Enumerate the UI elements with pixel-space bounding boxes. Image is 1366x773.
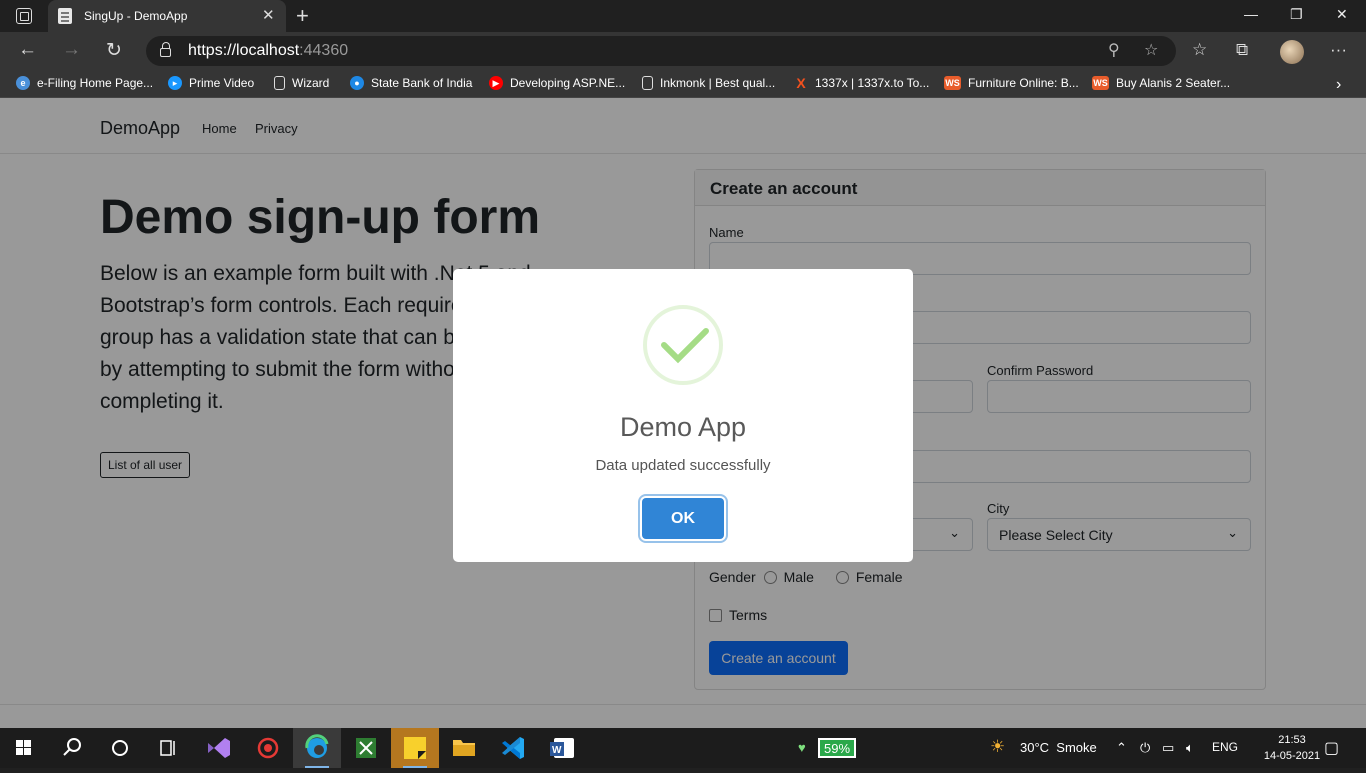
maximize-button[interactable]: ❐	[1290, 6, 1303, 23]
bookmarks-bar: e e-Filing Home Page... ▸ Prime Video Wiza…	[0, 70, 1366, 98]
task-view-icon[interactable]	[144, 728, 192, 768]
close-window-button[interactable]: ✕	[1336, 6, 1348, 23]
success-check-icon	[643, 305, 723, 385]
new-tab-button[interactable]: +	[296, 3, 309, 29]
browser-toolbar: ← → ↻ https://localhost:44360 ⚲ ☆ ☆ ⧉ ··…	[0, 32, 1366, 70]
file-explorer-icon[interactable]	[440, 728, 488, 768]
clock-date: 14-05-2021	[1263, 750, 1321, 762]
back-arrow-icon[interactable]: ←	[18, 39, 37, 61]
search-icon[interactable]	[48, 728, 96, 768]
collections-icon[interactable]: ⧉	[1236, 40, 1248, 60]
sbi-icon: ●	[350, 76, 364, 90]
weather-text[interactable]: 30°C Smoke	[1020, 740, 1097, 755]
bookmark-prime-video[interactable]: ▸ Prime Video	[168, 76, 254, 90]
dialog-message: Data updated successfully	[595, 457, 771, 474]
cortana-icon[interactable]	[96, 728, 144, 768]
page-icon	[642, 76, 653, 90]
tab-title: SingUp - DemoApp	[84, 9, 188, 23]
show-hidden-icons-chevron-icon[interactable]: ⌃	[1116, 740, 1127, 756]
edge-browser-icon[interactable]	[293, 728, 341, 768]
clock-time: 21:53	[1278, 734, 1306, 746]
screen-recorder-icon[interactable]	[244, 728, 292, 768]
snipping-tool-icon[interactable]	[342, 728, 390, 768]
windows-start-icon[interactable]	[0, 728, 48, 768]
youtube-icon: ▶	[489, 76, 503, 90]
x-icon: X	[796, 75, 806, 91]
refresh-icon[interactable]: ↻	[106, 39, 122, 62]
ws-icon: WS	[944, 76, 961, 90]
bookmarks-more-chevron-icon[interactable]: ›	[1336, 76, 1341, 94]
bookmark-developing-aspnet[interactable]: ▶ Developing ASP.NE...	[489, 76, 625, 90]
tab-actions-icon[interactable]	[16, 8, 32, 24]
bookmark-inkmonk[interactable]: Inkmonk | Best qual...	[642, 76, 775, 90]
bookmark-1337x[interactable]: X 1337x | 1337x.to To...	[794, 76, 929, 90]
tab-close-icon[interactable]: ✕	[262, 6, 275, 24]
volume-icon[interactable]: 🔈︎	[1186, 740, 1194, 756]
vscode-icon[interactable]	[489, 728, 537, 768]
svg-text:W: W	[552, 745, 562, 756]
bookmark-alanis[interactable]: WS Buy Alanis 2 Seater...	[1092, 76, 1230, 90]
ok-button[interactable]: OK	[642, 498, 724, 539]
favorites-icon[interactable]: ☆	[1192, 40, 1207, 60]
url-text[interactable]: https://localhost:44360	[188, 42, 348, 60]
windows-taskbar: W ♥ 59% ☀ 30°C Smoke ⌃ ⏻ ▭ 🔈︎ ENG 21:53 …	[0, 728, 1366, 768]
network-icon[interactable]: ▭	[1162, 740, 1174, 756]
address-bar[interactable]: https://localhost:44360 ⚲ ☆	[146, 36, 1176, 66]
power-plug-icon[interactable]: ⏻	[1140, 740, 1150, 756]
word-icon[interactable]: W	[538, 728, 586, 768]
bookmark-sbi[interactable]: ● State Bank of India	[350, 76, 472, 90]
bookmark-furniture[interactable]: WS Furniture Online: B...	[944, 76, 1079, 90]
add-favorite-icon[interactable]: ☆	[1144, 40, 1158, 60]
dialog-title: Demo App	[619, 412, 747, 442]
page-favicon-icon	[58, 8, 72, 24]
bookmark-wizard[interactable]: Wizard	[274, 76, 329, 90]
browser-titlebar: SingUp - DemoApp ✕ + — ❐ ✕	[0, 0, 1366, 32]
weather-icon[interactable]: ☀	[990, 737, 1005, 757]
notifications-icon[interactable]: ▢	[1324, 738, 1339, 758]
forward-arrow-icon[interactable]: →	[62, 39, 81, 61]
system-clock[interactable]: 21:53 14-05-2021	[1262, 732, 1322, 764]
battery-heart-icon[interactable]: ♥	[798, 740, 806, 755]
ws-icon: WS	[1092, 76, 1109, 90]
visual-studio-icon[interactable]	[194, 728, 242, 768]
language-indicator[interactable]: ENG	[1212, 740, 1238, 754]
battery-indicator[interactable]: 59%	[818, 738, 857, 758]
minimize-button[interactable]: —	[1244, 6, 1258, 22]
more-menu-icon[interactable]: ···	[1330, 40, 1347, 60]
prime-video-icon: ▸	[168, 76, 182, 90]
efiling-icon: e	[16, 76, 30, 90]
browser-tab[interactable]: SingUp - DemoApp ✕	[48, 0, 286, 32]
profile-avatar[interactable]	[1280, 40, 1304, 64]
success-dialog: Demo App Data updated successfully OK	[453, 269, 913, 562]
zoom-icon[interactable]: ⚲	[1108, 40, 1120, 60]
page-icon	[274, 76, 285, 90]
bookmark-efiling[interactable]: e e-Filing Home Page...	[16, 76, 153, 90]
lock-icon[interactable]	[160, 42, 171, 57]
sticky-notes-icon[interactable]	[391, 728, 439, 768]
